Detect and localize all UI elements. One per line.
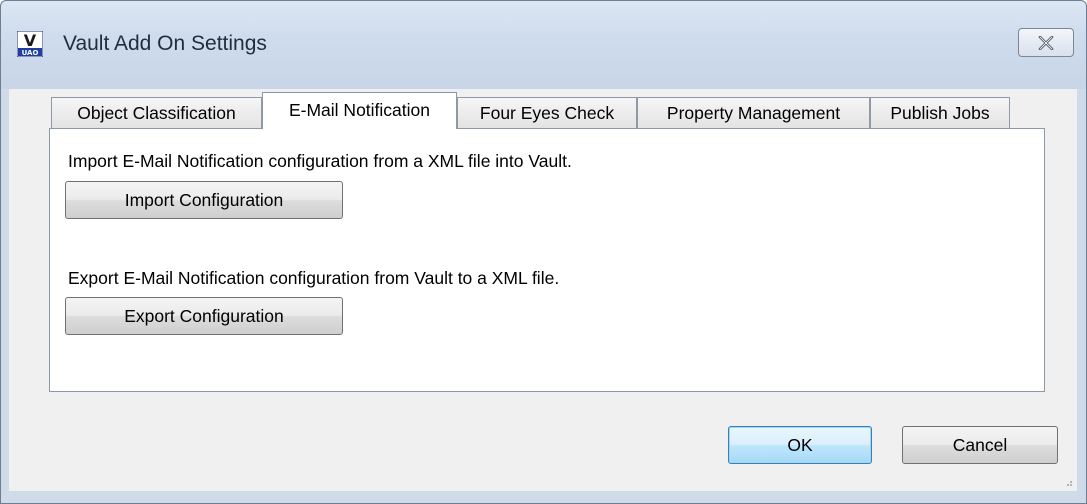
tab-four-eyes-check[interactable]: Four Eyes Check bbox=[457, 97, 637, 128]
cancel-button[interactable]: Cancel bbox=[902, 426, 1058, 464]
svg-text:UAO: UAO bbox=[22, 49, 39, 57]
title-bar[interactable]: V UAO Vault Add On Settings bbox=[1, 1, 1086, 89]
import-description: Import E-Mail Notification configuration… bbox=[68, 151, 572, 171]
close-icon bbox=[1038, 36, 1054, 50]
svg-text:V: V bbox=[24, 31, 37, 50]
tab-property-management[interactable]: Property Management bbox=[637, 97, 870, 128]
window-title: Vault Add On Settings bbox=[63, 32, 267, 55]
email-notification-panel: Import E-Mail Notification configuration… bbox=[49, 128, 1045, 392]
tab-email-notification[interactable]: E-Mail Notification bbox=[262, 92, 457, 129]
tab-publish-jobs[interactable]: Publish Jobs bbox=[870, 97, 1010, 128]
import-configuration-button[interactable]: Import Configuration bbox=[65, 181, 343, 219]
export-description: Export E-Mail Notification configuration… bbox=[68, 268, 560, 288]
close-button[interactable] bbox=[1018, 28, 1074, 57]
ok-button[interactable]: OK bbox=[728, 426, 872, 464]
dialog-client-area: Object Classification E-Mail Notificatio… bbox=[9, 89, 1077, 491]
dialog-window: V UAO Vault Add On Settings Object Class… bbox=[0, 0, 1087, 504]
resize-grip-icon[interactable] bbox=[1063, 477, 1073, 487]
vault-app-icon: V UAO bbox=[17, 31, 43, 57]
tab-object-classification[interactable]: Object Classification bbox=[51, 97, 262, 128]
export-configuration-button[interactable]: Export Configuration bbox=[65, 297, 343, 335]
